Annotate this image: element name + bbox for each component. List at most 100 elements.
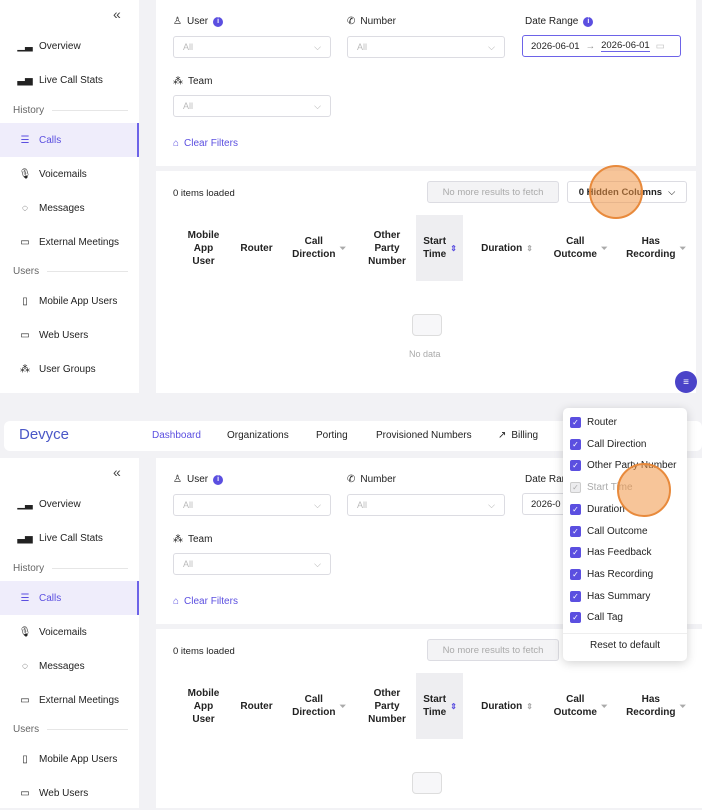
filter-icon[interactable]: ⏷ [680,242,686,255]
col-router[interactable]: Router [234,226,279,270]
menu-item-router[interactable]: ✓ Router [570,417,617,428]
chat-widget-button[interactable]: ≡ [675,371,697,393]
sidebar-item-voicemails[interactable]: 🎙︎ Voicemails [0,615,139,649]
menu-item-call-outcome[interactable]: ✓ Call Outcome [570,526,648,537]
sidebar-item-overview[interactable]: ▁▃ Overview [0,487,139,521]
menu-divider [563,633,687,634]
brand-logo[interactable]: Devyce [19,426,69,443]
checkbox-checked-icon[interactable]: ✓ [570,612,581,623]
reset-to-default-button[interactable]: Reset to default [563,640,687,651]
video-icon: ▭ [20,694,30,706]
col-has-recording[interactable]: Has Recording ⏷ [620,684,692,728]
sidebar-item-label: Voicemails [39,626,87,638]
date-range-picker[interactable]: 2026-06-01 → 2026-06-01 ▭ [522,35,681,57]
menu-item-duration[interactable]: ✓ Duration [570,504,625,515]
nav-billing[interactable]: ↗ Billing [498,430,538,441]
menu-item-has-feedback[interactable]: ✓ Has Feedback [570,547,651,558]
checkbox-checked-icon[interactable]: ✓ [570,526,581,537]
fetch-more-button[interactable]: No more results to fetch [427,181,559,203]
sidebar-item-external-meetings[interactable]: ▭ External Meetings [0,225,139,259]
col-start-time[interactable]: Start Time ⇕ [420,226,460,270]
col-router[interactable]: Router [234,684,279,728]
fetch-more-button[interactable]: No more results to fetch [427,639,559,661]
nav-porting[interactable]: Porting [316,430,348,441]
user-select[interactable]: All ⌵ [173,36,331,58]
team-select[interactable]: All ⌵ [173,553,331,575]
filter-icon[interactable]: ⏷ [601,700,607,713]
col-duration[interactable]: Duration ⇕ [474,226,540,270]
menu-item-has-recording[interactable]: ✓ Has Recording [570,569,653,580]
checkbox-checked-icon[interactable]: ✓ [570,504,581,515]
sidebar-item-mobile-app-users[interactable]: ▯ Mobile App Users [0,284,139,318]
filters-panel: ♙ User i All ⌵ ✆ Number All ⌵ Date Range i 202… [156,0,696,166]
filter-icon[interactable]: ⏷ [339,242,345,255]
nav-provisioned-numbers[interactable]: Provisioned Numbers [376,430,472,441]
sidebar-item-messages[interactable]: ◌ Messages [0,191,139,225]
date-start[interactable]: 2026-0 [531,499,561,510]
filter-icon[interactable]: ⏷ [339,700,345,713]
team-filter-label: ⁂ Team [173,534,212,545]
col-call-direction[interactable]: Call Direction ⏷ [284,684,354,728]
info-icon[interactable]: i [583,16,594,27]
col-mobile-app-user[interactable]: Mobile App User [176,226,231,270]
menu-item-label: Has Summary [587,591,651,602]
user-select[interactable]: All ⌵ [173,494,331,516]
collapse-sidebar-button[interactable]: « [113,6,121,22]
arrow-right-icon: → [585,40,596,52]
info-icon[interactable]: i [213,16,224,27]
menu-item-call-tag[interactable]: ✓ Call Tag [570,612,623,623]
number-select[interactable]: All ⌵ [347,494,505,516]
col-call-direction[interactable]: Call Direction ⏷ [284,226,354,270]
checkbox-checked-icon[interactable]: ✓ [570,547,581,558]
chat-icon: ◌ [22,660,28,672]
link-label: Clear Filters [184,138,238,149]
sort-icon[interactable]: ⇕ [450,700,457,713]
checkbox-checked-icon[interactable]: ✓ [570,439,581,450]
collapse-sidebar-button[interactable]: « [113,464,121,480]
sidebar-item-overview[interactable]: ▁▃ Overview [0,29,139,63]
checkbox-checked-icon[interactable]: ✓ [570,569,581,580]
team-select[interactable]: All ⌵ [173,95,331,117]
col-call-outcome[interactable]: Call Outcome ⏷ [548,226,613,270]
sidebar-item-user-groups[interactable]: ⁂ User Groups [0,352,139,386]
sidebar-item-web-users[interactable]: ▭ Web Users [0,318,139,352]
col-other-party-number[interactable]: Other Party Number [360,226,414,270]
clear-filters-button[interactable]: ⌂ Clear Filters [173,596,238,607]
filter-icon[interactable]: ⏷ [680,700,686,713]
menu-item-has-summary[interactable]: ✓ Has Summary [570,591,650,602]
sidebar-item-messages[interactable]: ◌ Messages [0,649,139,683]
sort-icon[interactable]: ⇕ [526,700,533,713]
sidebar-item-live-call-stats[interactable]: ▃▅ Live Call Stats [0,63,139,97]
col-label: Has Recording [626,236,676,260]
col-label: Start Time [423,694,447,718]
sidebar-item-web-users[interactable]: ▭ Web Users [0,776,139,810]
col-has-recording[interactable]: Has Recording ⏷ [620,226,692,270]
sidebar-item-external-meetings[interactable]: ▭ External Meetings [0,683,139,717]
checkbox-checked-icon[interactable]: ✓ [570,591,581,602]
number-select[interactable]: All ⌵ [347,36,505,58]
clear-filters-button[interactable]: ⌂ Clear Filters [173,138,238,149]
col-other-party-number[interactable]: Other Party Number [360,684,414,728]
sort-icon[interactable]: ⇕ [450,242,457,255]
col-start-time[interactable]: Start Time ⇕ [420,684,460,728]
chevron-down-icon: ⌵ [314,100,321,111]
checkbox-checked-icon[interactable]: ✓ [570,460,581,471]
filter-icon[interactable]: ⏷ [601,242,607,255]
date-end[interactable]: 2026-06-01 [601,40,650,52]
nav-dashboard[interactable]: Dashboard [152,430,201,441]
checkbox-checked-icon[interactable]: ✓ [570,417,581,428]
sidebar-item-calls[interactable]: ☰ Calls [0,581,139,615]
info-icon[interactable]: i [213,474,224,485]
date-start[interactable]: 2026-06-01 [531,41,580,52]
sidebar-item-voicemails[interactable]: 🎙︎ Voicemails [0,157,139,191]
empty-inbox-icon [412,772,442,794]
sidebar-item-live-call-stats[interactable]: ▃▅ Live Call Stats [0,521,139,555]
col-duration[interactable]: Duration ⇕ [474,684,540,728]
col-mobile-app-user[interactable]: Mobile App User [176,684,231,728]
sidebar-item-calls[interactable]: ☰ Calls [0,123,139,157]
sidebar-item-mobile-app-users[interactable]: ▯ Mobile App Users [0,742,139,776]
col-call-outcome[interactable]: Call Outcome ⏷ [548,684,613,728]
menu-item-call-direction[interactable]: ✓ Call Direction [570,439,646,450]
nav-organizations[interactable]: Organizations [227,430,289,441]
sort-icon[interactable]: ⇕ [526,242,533,255]
